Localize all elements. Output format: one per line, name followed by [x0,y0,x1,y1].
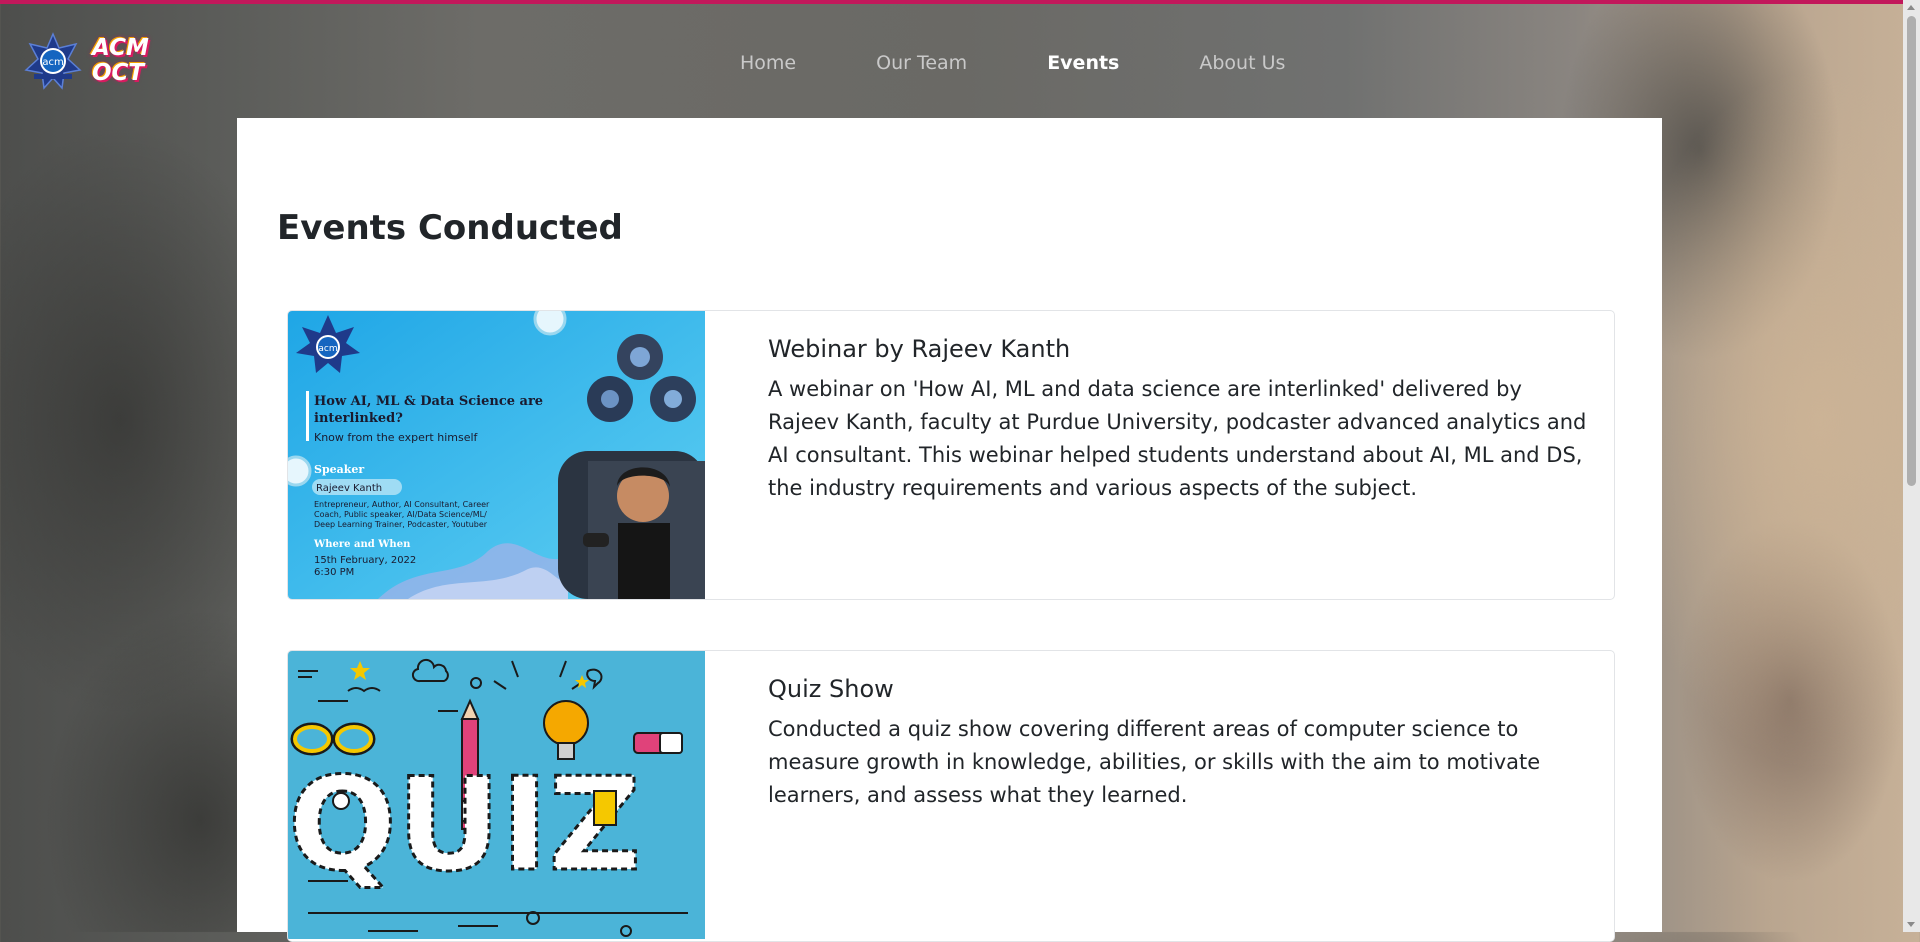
nav-events[interactable]: Events [1007,44,1159,82]
event-card: QUIZ Quiz Show Conducted a quiz show cov… [287,650,1615,942]
event-card-body: Webinar by Rajeev Kanth A webinar on 'Ho… [768,335,1598,505]
event-card-body: Quiz Show Conducted a quiz show covering… [768,675,1598,812]
poster-date: 15th February, 2022 [314,555,416,566]
events-container: Events Conducted acm How AI, ML & Data S… [237,118,1662,942]
quiz-word: QUIZ [288,751,641,900]
poster-when-label: Where and When [313,539,411,550]
poster-time: 6:30 PM [314,567,354,578]
logo-oct-line2: OCT [92,60,145,86]
acm-logo-icon: acm [24,32,82,90]
poster-speaker-desc-2: Coach, Public speaker, AI/Data Science/M… [314,510,487,519]
poster-heading-1: How AI, ML & Data Science are [314,394,543,409]
poster-speaker-desc-1: Entrepreneur, Author, AI Consultant, Car… [314,500,490,509]
site-header: acm ACM OCT Home Our Team Events About U… [0,4,1903,118]
quiz-poster-image: QUIZ [288,651,705,939]
webinar-poster-image: acm How AI, ML & Data Science are interl… [288,311,705,599]
scrollbar-thumb[interactable] [1907,16,1916,486]
nav-our-team[interactable]: Our Team [836,44,1007,82]
poster-speaker-desc-3: Deep Learning Trainer, Podcaster, Youtub… [314,520,488,529]
event-description: Conducted a quiz show covering different… [768,717,1541,807]
scroll-up-icon[interactable] [1907,5,1915,10]
event-card: acm How AI, ML & Data Science are interl… [287,310,1615,600]
nav-about-us[interactable]: About Us [1159,44,1325,82]
scroll-down-icon[interactable] [1907,922,1915,927]
poster-speaker-name: Rajeev Kanth [316,483,382,494]
poster-speaker-label: Speaker [314,463,364,476]
event-description: A webinar on 'How AI, ML and data scienc… [768,377,1587,500]
poster-heading-2: interlinked? [314,411,403,426]
event-title: Webinar by Rajeev Kanth [768,335,1071,363]
page-scrollbar[interactable] [1903,0,1920,932]
acm-oct-logo: ACM OCT [92,36,162,86]
logo-oct-line1: ACM [92,35,149,61]
poster-logo-text: acm [318,344,337,354]
event-title: Quiz Show [768,675,894,703]
nav-home[interactable]: Home [700,44,836,82]
main-nav: Home Our Team Events About Us [700,44,1325,82]
poster-tagline: Know from the expert himself [314,431,479,444]
acm-logo-text: acm [42,57,63,68]
logo-group[interactable]: acm ACM OCT [24,32,162,90]
page-title: Events Conducted [277,208,623,248]
